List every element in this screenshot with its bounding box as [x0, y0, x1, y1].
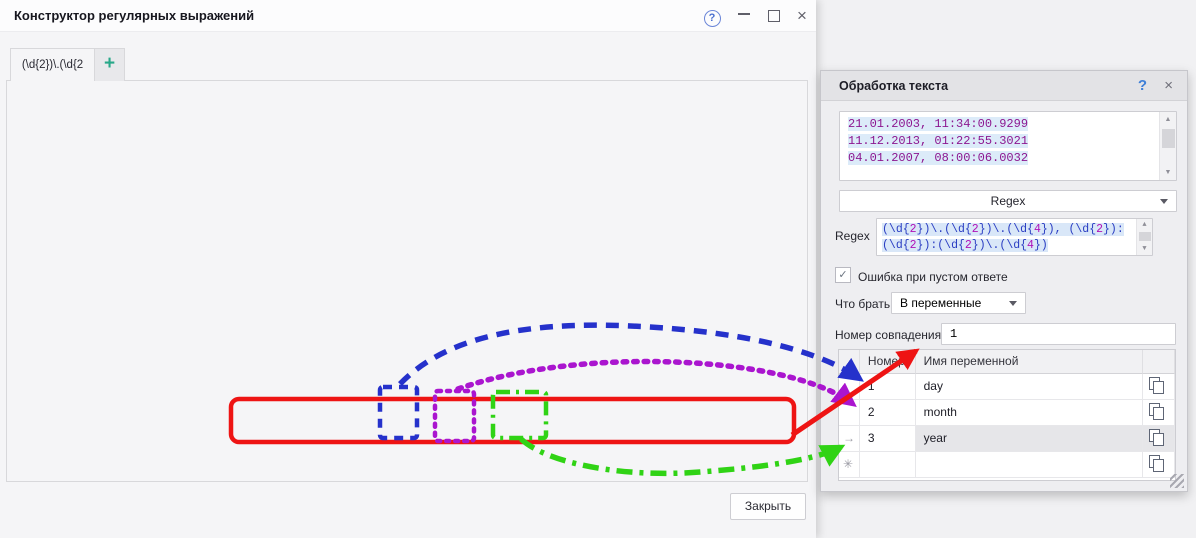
row-indicator: [839, 374, 860, 400]
regex-constructor-window: Конструктор регулярных выражений ? × (\d…: [0, 0, 816, 538]
var-number-cell[interactable]: 2: [860, 400, 916, 426]
close-button[interactable]: Закрыть: [730, 493, 806, 520]
variable-row[interactable]: 2month: [839, 400, 1175, 426]
regex-scrollbar[interactable]: ▲ ▼: [1136, 219, 1152, 255]
panel-title: Обработка текста: [839, 79, 948, 93]
tab-regex[interactable]: (\d{2})\.(\d{2: [10, 48, 95, 81]
scroll-thumb[interactable]: [1162, 129, 1175, 148]
text-processing-panel: Обработка текста ? × 21.01.2003, 11:34:0…: [820, 70, 1188, 492]
mode-dropdown[interactable]: Regex: [839, 190, 1177, 212]
resize-grip[interactable]: [1170, 474, 1184, 488]
scroll-down-icon[interactable]: ▼: [1160, 169, 1176, 176]
var-number-cell[interactable]: 3: [860, 426, 916, 452]
copy-cell[interactable]: [1143, 374, 1175, 400]
variables-table: НомерИмя переменной1day2month→3year✳: [838, 349, 1176, 481]
var-name-cell[interactable]: day: [916, 374, 1144, 400]
panel-header: Обработка текста ? ×: [821, 71, 1187, 101]
var-name-cell[interactable]: [916, 452, 1144, 478]
add-tab-button[interactable]: +: [95, 48, 125, 81]
help-icon[interactable]: ?: [702, 7, 722, 25]
chevron-down-icon: [1009, 301, 1017, 306]
panel-text-area[interactable]: 21.01.2003, 11:34:00.929911.12.2013, 01:…: [839, 111, 1177, 181]
maximize-icon[interactable]: [764, 7, 784, 25]
panel-close-icon[interactable]: ×: [1164, 77, 1173, 94]
error-checkbox-label[interactable]: Ошибка при пустом ответе: [858, 270, 1008, 284]
scroll-down-icon[interactable]: ▼: [1137, 245, 1152, 253]
current-row-icon: →: [839, 426, 860, 452]
sample-text-line: 04.01.2007, 08:00:06.0032: [848, 151, 1028, 168]
copy-icon[interactable]: [1149, 403, 1165, 420]
regex-line: (\d{2}):(\d{2})\.(\d{4}): [882, 239, 1048, 255]
var-number-cell[interactable]: [860, 452, 916, 478]
window-title: Конструктор регулярных выражений: [14, 8, 254, 23]
column-header: [839, 350, 860, 374]
regex-line: (\d{2})\.(\d{2})\.(\d{4}), (\d{2}):: [882, 223, 1124, 239]
match-number-input[interactable]: 1: [941, 323, 1176, 345]
panel-help-icon[interactable]: ?: [1138, 77, 1147, 94]
variable-row[interactable]: 1day: [839, 374, 1175, 400]
chevron-down-icon: [1160, 199, 1168, 204]
copy-icon[interactable]: [1149, 455, 1165, 472]
copy-cell[interactable]: [1143, 426, 1175, 452]
column-header: [1143, 350, 1175, 374]
scroll-thumb[interactable]: [1139, 232, 1151, 241]
copy-icon[interactable]: [1149, 377, 1165, 394]
scroll-up-icon[interactable]: ▲: [1137, 221, 1152, 229]
scroll-up-icon[interactable]: ▲: [1160, 116, 1176, 123]
what-dropdown[interactable]: В переменные: [891, 292, 1026, 314]
new-row-icon: ✳: [839, 452, 860, 478]
sample-text-line: 11.12.2013, 01:22:55.3021: [848, 134, 1028, 151]
column-header[interactable]: Имя переменной: [916, 350, 1144, 374]
minimize-icon[interactable]: [734, 7, 754, 25]
var-name-cell[interactable]: month: [916, 400, 1144, 426]
variable-row[interactable]: ✳: [839, 452, 1175, 478]
panel-regex-input[interactable]: (\d{2})\.(\d{2})\.(\d{4}), (\d{2}):(\d{2…: [876, 218, 1153, 256]
row-indicator: [839, 400, 860, 426]
what-label: Что брать: [835, 297, 890, 311]
copy-cell[interactable]: [1143, 400, 1175, 426]
column-header[interactable]: Номер: [860, 350, 916, 374]
sample-text-line: 21.01.2003, 11:34:00.9299: [848, 117, 1028, 134]
panel-regex-label: Regex: [835, 229, 870, 243]
panel-vertical-scrollbar[interactable]: ▲ ▼: [1159, 112, 1176, 180]
var-number-cell[interactable]: 1: [860, 374, 916, 400]
copy-icon[interactable]: [1149, 429, 1165, 446]
close-icon[interactable]: ×: [792, 7, 812, 25]
error-checkbox[interactable]: ✓: [835, 267, 851, 283]
tab-content-frame: [6, 80, 808, 482]
vars-table-header: НомерИмя переменной: [839, 350, 1175, 374]
match-number-label: Номер совпадения: [835, 328, 941, 342]
var-name-cell[interactable]: year: [916, 426, 1144, 452]
titlebar: Конструктор регулярных выражений ? ×: [0, 0, 816, 32]
variable-row[interactable]: →3year: [839, 426, 1175, 452]
